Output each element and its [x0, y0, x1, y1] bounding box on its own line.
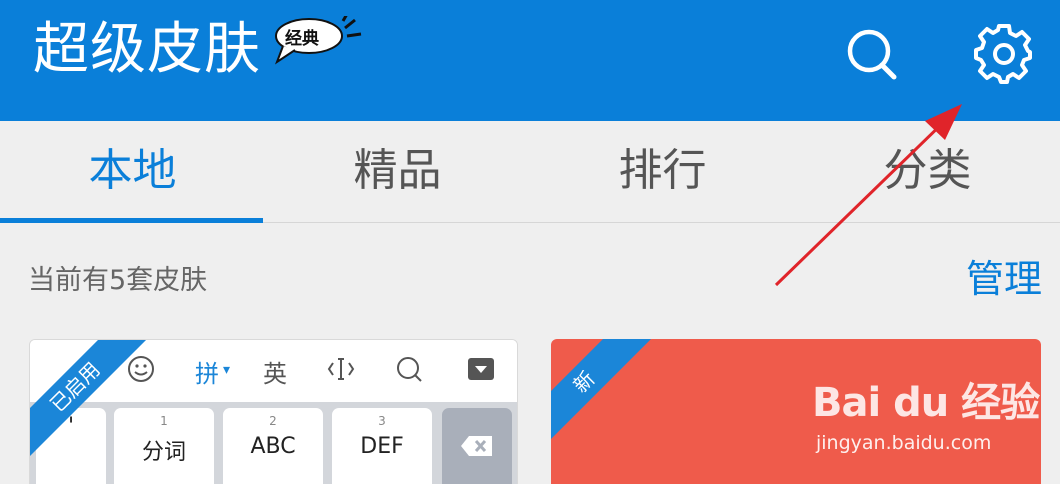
- search-icon: [394, 354, 424, 390]
- app-window: 超级皮肤 经典 本地 精品 排行 分类 当前有5套皮肤 管理 拼 ▾ 英 ' 1…: [0, 0, 1060, 484]
- tab-featured[interactable]: 精品: [265, 121, 530, 221]
- emoji-icon: [126, 354, 156, 390]
- watermark-logo-text: Bai du 经验: [812, 380, 1040, 426]
- gear-icon[interactable]: [972, 20, 1036, 84]
- page-title: 超级皮肤: [33, 17, 261, 82]
- backspace-icon: [442, 408, 512, 484]
- active-tab-indicator: [0, 218, 263, 223]
- tab-local[interactable]: 本地: [0, 121, 265, 221]
- search-icon[interactable]: [844, 26, 900, 82]
- new-ribbon: 新: [551, 339, 657, 455]
- pinyin-mode-label: 拼: [195, 360, 219, 388]
- collapse-keyboard-icon: [466, 354, 496, 390]
- baidu-jingyan-watermark: Bai du 经验 jingyan.baidu.com: [812, 370, 1042, 470]
- tab-bar: 本地 精品 排行 分类: [0, 121, 1060, 223]
- key-abc: 2 ABC: [223, 408, 323, 484]
- key-def: 3 DEF: [332, 408, 432, 484]
- cursor-icon: [326, 354, 356, 390]
- key-fenci: 1 分词: [114, 408, 214, 484]
- skin-card-current[interactable]: 拼 ▾ 英 ' 1 分词 2 ABC 3 DEF 已启用: [29, 339, 518, 484]
- badge-label: 经典: [285, 29, 319, 49]
- keyboard-keys: ' 1 分词 2 ABC 3 DEF: [30, 402, 517, 484]
- manage-button[interactable]: 管理: [966, 248, 1042, 303]
- classic-badge: 经典: [271, 13, 363, 68]
- english-mode-label: 英: [263, 360, 287, 388]
- tab-category[interactable]: 分类: [795, 121, 1060, 221]
- app-header: 超级皮肤 经典: [0, 0, 1060, 121]
- watermark-url: jingyan.baidu.com: [816, 432, 992, 454]
- tab-ranking[interactable]: 排行: [530, 121, 795, 221]
- skin-count-text: 当前有5套皮肤: [28, 265, 208, 296]
- chevron-down-icon: ▾: [223, 362, 231, 378]
